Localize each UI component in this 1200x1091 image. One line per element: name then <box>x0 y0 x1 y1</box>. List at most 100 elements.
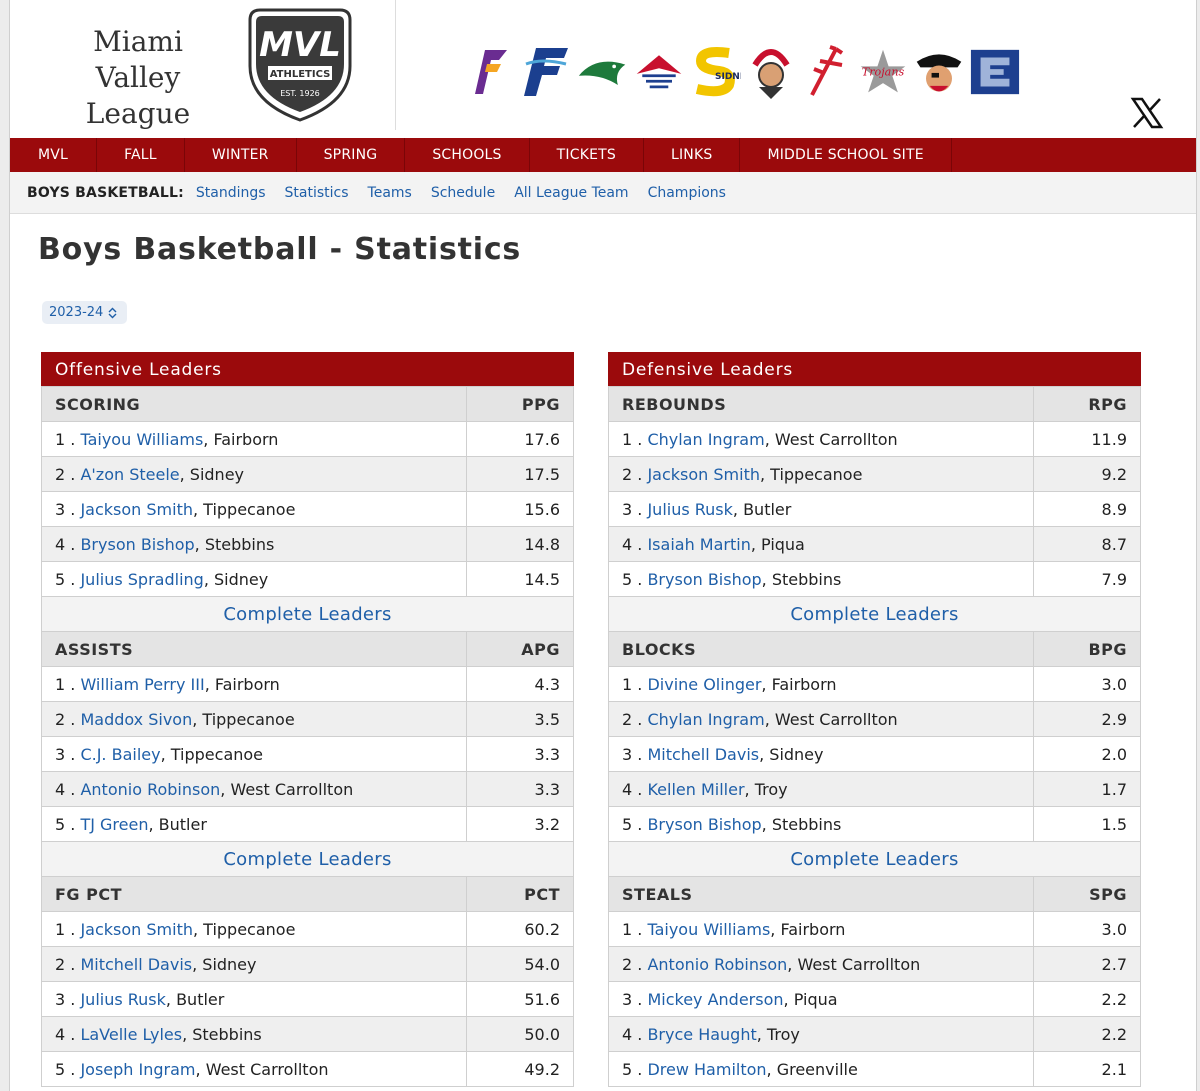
player-link[interactable]: Mitchell Davis <box>80 955 192 974</box>
stat-value: 17.6 <box>466 421 574 457</box>
player-link[interactable]: Jackson Smith <box>647 465 760 484</box>
leader-row: 4 . Bryce Haught, Troy 2.2 <box>608 1016 1141 1052</box>
leader-row: 5 . Drew Hamilton, Greenville 2.1 <box>608 1051 1141 1087</box>
stat-value: 4.3 <box>466 666 574 702</box>
leader-row: 2 . Antonio Robinson, West Carrollton 2.7 <box>608 946 1141 982</box>
player-link[interactable]: Antonio Robinson <box>80 780 220 799</box>
leader-rank: 3 . <box>55 744 76 764</box>
stat-category: FG PCT <box>41 876 467 912</box>
complete-leaders-link[interactable]: Complete Leaders <box>41 596 574 632</box>
player-link[interactable]: Taiyou Williams <box>80 430 203 449</box>
leader-cell: 5 . Joseph Ingram, West Carrollton <box>41 1051 467 1087</box>
complete-leaders-row: Complete Leaders <box>608 841 1141 877</box>
player-link[interactable]: Maddox Sivon <box>80 710 192 729</box>
complete-leaders-link[interactable]: Complete Leaders <box>608 596 1141 632</box>
player-link[interactable]: Antonio Robinson <box>647 955 787 974</box>
leader-cell: 4 . Bryson Bishop, Stebbins <box>41 526 467 562</box>
stat-value: 49.2 <box>466 1051 574 1087</box>
player-link[interactable]: Joseph Ingram <box>80 1060 195 1079</box>
shield-text: MVL <box>259 25 341 65</box>
complete-leaders-link[interactable]: Complete Leaders <box>608 841 1141 877</box>
player-link[interactable]: Jackson Smith <box>80 500 193 519</box>
player-team: , Piqua <box>750 534 805 554</box>
leader-row: 2 . Maddox Sivon, Tippecanoe 3.5 <box>41 701 574 737</box>
stat-header-row: REBOUNDS RPG <box>608 386 1141 422</box>
player-link[interactable]: Bryce Haught <box>647 1025 756 1044</box>
player-link[interactable]: Julius Rusk <box>80 990 165 1009</box>
leader-cell: 4 . Bryce Haught, Troy <box>608 1016 1034 1052</box>
player-link[interactable]: William Perry III <box>80 675 204 694</box>
tippecanoe-icon[interactable] <box>801 43 853 101</box>
stat-category: STEALS <box>608 876 1034 912</box>
player-link[interactable]: Divine Olinger <box>647 675 761 694</box>
stat-abbrev: RPG <box>1033 386 1141 422</box>
x-social-icon[interactable] <box>1130 96 1164 130</box>
player-link[interactable]: Chylan Ingram <box>647 430 764 449</box>
player-link[interactable]: LaVelle Lyles <box>80 1025 182 1044</box>
trojans-icon[interactable]: Trojans <box>857 43 909 101</box>
subnav-statistics[interactable]: Statistics <box>285 185 349 201</box>
leader-cell: 1 . Taiyou Williams, Fairborn <box>608 911 1034 947</box>
player-team: , West Carrollton <box>764 709 898 729</box>
leader-row: 3 . Julius Rusk, Butler 8.9 <box>608 491 1141 527</box>
player-link[interactable]: Bryson Bishop <box>647 815 761 834</box>
player-link[interactable]: Julius Spradling <box>80 570 203 589</box>
leader-cell: 2 . Chylan Ingram, West Carrollton <box>608 701 1034 737</box>
leader-cell: 3 . Mitchell Davis, Sidney <box>608 736 1034 772</box>
stat-value: 2.9 <box>1033 701 1141 737</box>
player-team: , Stebbins <box>182 1024 262 1044</box>
nav-winter[interactable]: WINTER <box>185 138 297 172</box>
player-link[interactable]: Julius Rusk <box>647 500 732 519</box>
nav-links[interactable]: LINKS <box>644 138 741 172</box>
stat-header-row: SCORING PPG <box>41 386 574 422</box>
complete-leaders-link[interactable]: Complete Leaders <box>41 841 574 877</box>
nav-spring[interactable]: SPRING <box>297 138 406 172</box>
player-link[interactable]: Mickey Anderson <box>647 990 783 1009</box>
player-team: , Greenville <box>766 1059 858 1079</box>
e-logo-icon[interactable] <box>969 43 1021 101</box>
stat-category: ASSISTS <box>41 631 467 667</box>
f-logo-icon[interactable] <box>521 43 573 101</box>
butler-icon[interactable] <box>633 43 685 101</box>
nav-fall[interactable]: FALL <box>97 138 185 172</box>
piqua-icon[interactable] <box>745 43 797 101</box>
pirate-icon[interactable] <box>913 43 965 101</box>
player-link[interactable]: Bryson Bishop <box>80 535 194 554</box>
nav-tickets[interactable]: TICKETS <box>530 138 644 172</box>
player-link[interactable]: Isaiah Martin <box>647 535 750 554</box>
season-select[interactable]: 2023-24 <box>42 301 128 324</box>
stat-category: REBOUNDS <box>608 386 1034 422</box>
stat-value: 17.5 <box>466 456 574 492</box>
player-link[interactable]: Jackson Smith <box>80 920 193 939</box>
greenville-icon[interactable] <box>577 43 629 101</box>
player-link[interactable]: Drew Hamilton <box>647 1060 766 1079</box>
player-link[interactable]: Taiyou Williams <box>647 920 770 939</box>
player-link[interactable]: Mitchell Davis <box>647 745 759 764</box>
subnav-schedule[interactable]: Schedule <box>431 185 495 201</box>
player-link[interactable]: A'zon Steele <box>80 465 179 484</box>
site-brand[interactable]: Miami Valley League MVL ATHLETICS EST. 1… <box>10 0 396 130</box>
player-link[interactable]: Chylan Ingram <box>647 710 764 729</box>
nav-schools[interactable]: SCHOOLS <box>405 138 530 172</box>
player-link[interactable]: Kellen Miller <box>647 780 744 799</box>
subnav-teams[interactable]: Teams <box>368 185 412 201</box>
leader-cell: 5 . Bryson Bishop, Stebbins <box>608 561 1034 597</box>
player-link[interactable]: C.J. Bailey <box>80 745 160 764</box>
offensive-leaders-table: SCORING PPG 1 . Taiyou Williams, Fairborn 1… <box>41 386 574 1087</box>
fairborn-icon[interactable] <box>465 43 517 101</box>
subnav-champions[interactable]: Champions <box>648 185 726 201</box>
nav-middle-school-site[interactable]: MIDDLE SCHOOL SITE <box>740 138 952 172</box>
player-team: , Fairborn <box>761 674 837 694</box>
player-link[interactable]: TJ Green <box>80 815 148 834</box>
nav-mvl[interactable]: MVL <box>10 138 98 172</box>
leader-rank: 2 . <box>55 954 76 974</box>
player-link[interactable]: Bryson Bishop <box>647 570 761 589</box>
subnav-all-league-team[interactable]: All League Team <box>514 185 628 201</box>
subnav-standings[interactable]: Standings <box>196 185 266 201</box>
stat-abbrev: APG <box>466 631 574 667</box>
sidney-icon[interactable]: SIDNEY <box>689 43 741 101</box>
stat-abbrev: PCT <box>466 876 574 912</box>
leader-cell: 2 . Maddox Sivon, Tippecanoe <box>41 701 467 737</box>
player-team: , Butler <box>732 499 792 519</box>
leader-rank: 5 . <box>55 1059 76 1079</box>
